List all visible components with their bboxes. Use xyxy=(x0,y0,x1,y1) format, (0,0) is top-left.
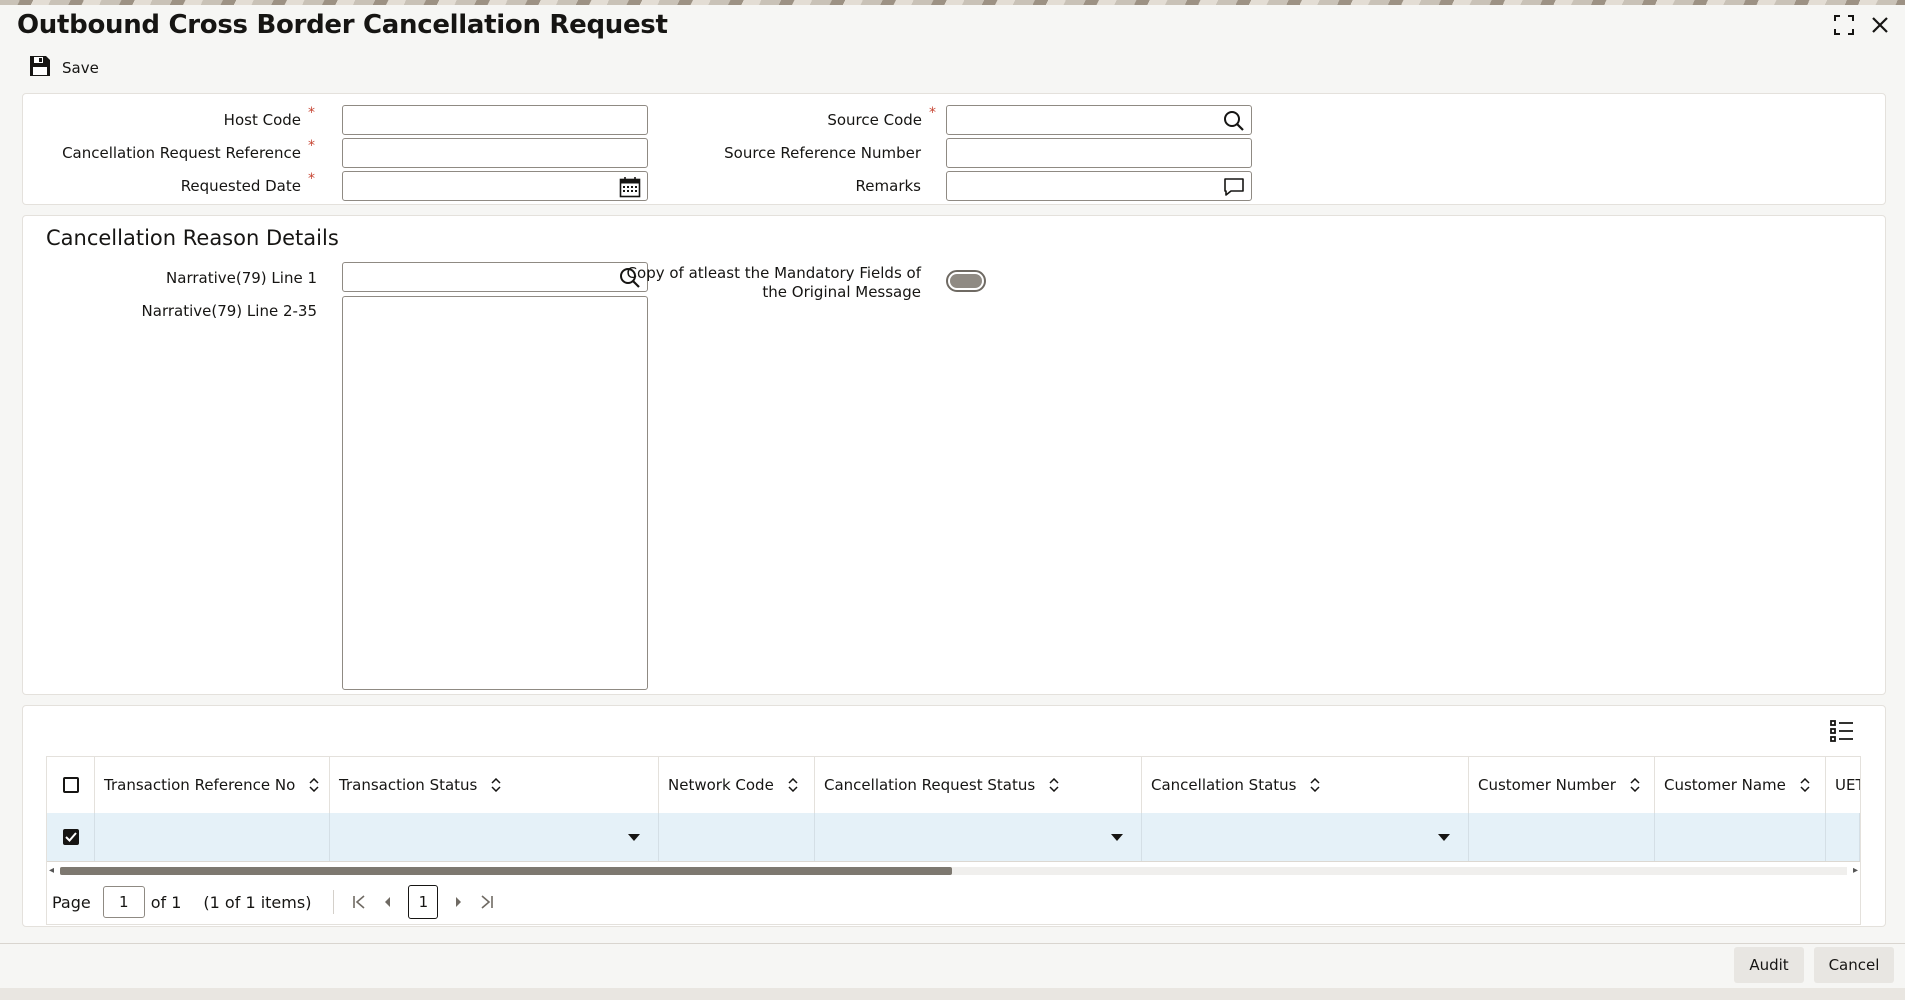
col-uetr[interactable]: UET xyxy=(1826,757,1860,813)
narrative-lines-textarea[interactable] xyxy=(342,296,648,690)
col-cancellation-request-status[interactable]: Cancellation Request Status xyxy=(815,757,1142,813)
page-label: Page xyxy=(52,892,91,912)
required-indicator: * xyxy=(308,171,315,187)
previous-page-icon[interactable] xyxy=(382,895,392,909)
sort-icon[interactable] xyxy=(1630,778,1640,792)
page-of-label: of 1 xyxy=(150,892,182,912)
cell-customer-name xyxy=(1655,813,1826,861)
row-select-cell xyxy=(47,813,95,861)
sort-icon[interactable] xyxy=(1310,778,1321,792)
cell-customer-number xyxy=(1469,813,1655,861)
select-all-cell xyxy=(47,757,95,813)
maximize-icon[interactable] xyxy=(1831,12,1857,38)
source-reference-number-label: Source Reference Number xyxy=(724,144,921,162)
col-customer-number[interactable]: Customer Number xyxy=(1469,757,1655,813)
window-controls xyxy=(1831,12,1893,38)
col-cancellation-status[interactable]: Cancellation Status xyxy=(1142,757,1469,813)
first-page-icon[interactable] xyxy=(352,895,366,909)
comment-icon[interactable] xyxy=(1222,175,1246,199)
sort-icon[interactable] xyxy=(788,778,798,792)
sort-icon[interactable] xyxy=(1049,778,1059,792)
scroll-left-icon[interactable]: ◂ xyxy=(49,865,54,876)
next-page-icon[interactable] xyxy=(454,895,464,909)
host-code-field[interactable] xyxy=(342,105,648,135)
toggle-track xyxy=(950,274,982,288)
items-count-label: (1 of 1 items) xyxy=(203,892,312,912)
copy-fields-toggle[interactable] xyxy=(946,270,986,292)
scrollbar-thumb[interactable] xyxy=(60,867,952,875)
page-number-input[interactable]: 1 xyxy=(102,886,145,918)
cell-network-code xyxy=(659,813,815,861)
cancellation-request-reference-field[interactable] xyxy=(342,138,648,168)
cancellation-reason-title: Cancellation Reason Details xyxy=(46,226,339,250)
cancel-button[interactable]: Cancel xyxy=(1814,947,1894,983)
sort-icon[interactable] xyxy=(309,778,319,792)
top-decorative-strip xyxy=(0,0,1905,5)
save-button[interactable]: Save xyxy=(28,54,99,82)
required-indicator: * xyxy=(308,105,315,121)
cancellation-request-reference-label: Cancellation Request Reference * xyxy=(62,138,315,162)
dropdown-arrow-icon[interactable] xyxy=(1111,834,1123,841)
col-transaction-reference-no[interactable]: Transaction Reference No xyxy=(95,757,330,813)
save-label: Save xyxy=(62,59,99,77)
page-title: Outbound Cross Border Cancellation Reque… xyxy=(17,10,668,40)
col-customer-name[interactable]: Customer Name xyxy=(1655,757,1826,813)
sort-icon[interactable] xyxy=(491,778,501,792)
col-transaction-status[interactable]: Transaction Status xyxy=(330,757,659,813)
close-icon[interactable] xyxy=(1867,12,1893,38)
audit-button[interactable]: Audit xyxy=(1734,947,1804,983)
dropdown-arrow-icon[interactable] xyxy=(628,834,640,841)
source-code-label: Source Code * xyxy=(827,105,936,129)
horizontal-scrollbar[interactable]: ◂ ▸ xyxy=(47,864,1860,876)
dropdown-arrow-icon[interactable] xyxy=(1438,834,1450,841)
calendar-icon[interactable] xyxy=(618,175,642,199)
grid-header: Transaction Reference No Transaction Sta… xyxy=(47,757,1860,814)
table-row[interactable] xyxy=(47,813,1860,862)
remarks-label: Remarks xyxy=(855,177,921,195)
cell-transaction-status[interactable] xyxy=(330,813,659,861)
cell-cancellation-request-status[interactable] xyxy=(815,813,1142,861)
requested-date-label: Requested Date * xyxy=(180,171,315,195)
pagination: Page 1 of 1 (1 of 1 items) 1 xyxy=(52,885,502,919)
pager-divider xyxy=(333,890,335,914)
footer-divider xyxy=(0,943,1905,944)
remarks-field[interactable] xyxy=(946,171,1252,201)
requested-date-field[interactable] xyxy=(342,171,648,201)
row-checkbox[interactable] xyxy=(62,829,79,845)
cell-cancellation-status[interactable] xyxy=(1142,813,1469,861)
sort-icon[interactable] xyxy=(1800,778,1810,792)
last-page-icon[interactable] xyxy=(480,895,494,909)
required-indicator: * xyxy=(308,138,315,154)
search-icon[interactable] xyxy=(1222,109,1246,133)
cell-transaction-reference-no xyxy=(95,813,330,861)
footer-bottom-bar xyxy=(0,988,1905,1000)
narrative-line1-field[interactable] xyxy=(342,262,648,292)
required-indicator: * xyxy=(929,105,936,121)
narrative-lines-label: Narrative(79) Line 2-35 xyxy=(141,302,317,320)
source-reference-number-field[interactable] xyxy=(946,138,1252,168)
current-page-button[interactable]: 1 xyxy=(408,885,439,919)
source-code-field[interactable] xyxy=(946,105,1252,135)
list-settings-icon[interactable] xyxy=(1829,718,1855,748)
narrative-line1-label: Narrative(79) Line 1 xyxy=(166,269,317,287)
host-code-label: Host Code * xyxy=(223,105,315,129)
scroll-right-icon[interactable]: ▸ xyxy=(1853,865,1858,876)
col-network-code[interactable]: Network Code xyxy=(659,757,815,813)
select-all-checkbox[interactable] xyxy=(62,777,79,793)
copy-fields-label: Copy of atleast the Mandatory Fields of … xyxy=(626,264,921,301)
cell-uetr xyxy=(1826,813,1860,861)
save-icon xyxy=(28,54,52,82)
